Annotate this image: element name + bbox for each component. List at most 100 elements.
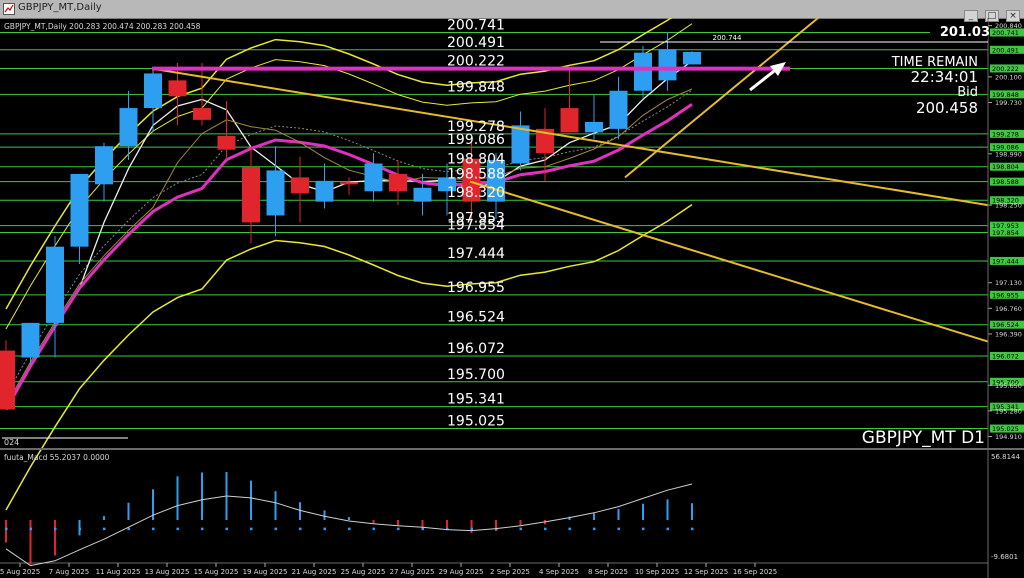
- level-axis-label: 200.741: [992, 29, 1019, 37]
- time-tick-label: 15 Aug 2025: [194, 568, 239, 576]
- level-axis-label: 199.848: [992, 91, 1019, 99]
- macd-signal-dot: [250, 527, 253, 531]
- macd-signal-dot: [666, 527, 669, 531]
- macd-signal-dot: [5, 527, 8, 531]
- level-axis-label: 196.072: [992, 353, 1019, 361]
- level-axis-label: 198.804: [992, 163, 1019, 171]
- macd-signal-dot: [544, 527, 547, 531]
- chart-window-icon: [3, 3, 15, 15]
- candle-body: [46, 246, 64, 323]
- candle-body: [585, 121, 603, 133]
- candle-body: [291, 177, 309, 194]
- macd-signal-dot: [519, 527, 522, 531]
- candle-body: [21, 322, 40, 358]
- level-axis-label: 200.222: [992, 65, 1019, 73]
- price-tick-label: 195.650: [995, 382, 1022, 390]
- level-axis-label: 196.524: [992, 321, 1019, 329]
- time-tick-label: 7 Aug 2025: [49, 568, 89, 576]
- ma-fast-line: [5, 60, 693, 410]
- macd-signal-dot: [323, 527, 326, 531]
- level-label: 196.955: [447, 280, 505, 296]
- macd-signal-dot: [201, 527, 204, 531]
- time-tick-label: 16 Sep 2025: [733, 568, 777, 576]
- macd-scale-bottom: -9.6801: [991, 553, 1018, 561]
- time-tick-label: 5 Aug 2025: [0, 568, 40, 576]
- candle-body: [119, 108, 138, 147]
- macd-line: [5, 483, 693, 567]
- candle-body: [634, 52, 652, 91]
- level-label: 197.444: [447, 246, 505, 262]
- ma-mid-line: [5, 88, 693, 406]
- candle-body: [315, 180, 334, 202]
- bollinger-bands: [5, 18, 693, 511]
- price-tick-label: 196.760: [995, 305, 1022, 313]
- time-tick-label: 10 Sep 2025: [635, 568, 679, 576]
- up-arrow-icon: [749, 62, 786, 92]
- time-tick-label: 13 Aug 2025: [145, 568, 190, 576]
- candle-body: [0, 350, 15, 410]
- time-axis: 5 Aug 2025 7 Aug 2025 11 Aug 2025 13 Aug 20…: [0, 563, 777, 576]
- macd-indicator: [5, 472, 694, 567]
- corner-text: 024: [4, 438, 19, 447]
- macd-signal-dot: [617, 527, 620, 531]
- bid-value: 200.458: [916, 99, 978, 117]
- window-title: GBPJPY_MT,Daily: [18, 2, 102, 13]
- macd-signal-dot: [691, 527, 694, 531]
- macd-signal-dot: [152, 527, 155, 531]
- price-tick-label: 199.730: [995, 99, 1022, 107]
- trendline-lower-falling: [469, 180, 989, 343]
- level-label: 195.341: [447, 392, 505, 408]
- candle-body: [340, 182, 358, 185]
- candle-body: [217, 135, 236, 150]
- macd-signal-dot: [568, 527, 571, 531]
- level-label: 195.025: [447, 414, 505, 430]
- macd-signal-dot: [348, 527, 351, 531]
- time-remain-value: 22:34:01: [911, 68, 978, 86]
- window-titlebar: GBPJPY_MT,Daily _ □ ×: [0, 0, 1024, 22]
- level-label: 195.700: [447, 367, 505, 383]
- time-tick-label: 29 Aug 2025: [439, 568, 484, 576]
- macd-signal-dot: [299, 527, 302, 531]
- candle-body: [364, 163, 383, 192]
- chart-header: GBPJPY_MT,Daily 200.283 200.474 200.283 …: [4, 22, 201, 31]
- candle-body: [144, 73, 162, 109]
- time-tick-label: 19 Aug 2025: [243, 568, 288, 576]
- macd-signal-dot: [225, 527, 228, 531]
- level-label: 196.524: [447, 310, 505, 326]
- level-label: 198.320: [447, 185, 505, 201]
- level-axis-label: 198.588: [992, 178, 1019, 186]
- macd-signal-dot: [274, 527, 277, 531]
- time-tick-label: 21 Aug 2025: [292, 568, 337, 576]
- macd-signal-dot: [103, 527, 106, 531]
- time-tick-label: 25 Aug 2025: [341, 568, 386, 576]
- level-axis-label: 200.491: [992, 46, 1019, 54]
- time-tick-label: 27 Aug 2025: [390, 568, 435, 576]
- macd-label: fuuta_Macd 55.2037 0.0000: [4, 453, 110, 462]
- level-label: 198.804: [447, 152, 505, 168]
- time-tick-label: 2 Sep 2025: [490, 568, 530, 576]
- price-tick-label: 198.990: [995, 150, 1022, 158]
- bid-label: Bid: [957, 85, 978, 100]
- candle-body: [95, 146, 113, 185]
- candle-body: [70, 173, 89, 247]
- symbol-timeframe-label: GBPJPY_MT D1: [862, 428, 985, 448]
- price-tick-label: 200.100: [995, 73, 1022, 81]
- macd-signal-dot: [29, 527, 32, 531]
- macd-signal-dot: [397, 527, 400, 531]
- price-tick-label: 196.390: [995, 330, 1022, 338]
- level-label: 200.222: [447, 53, 505, 69]
- candle-body: [511, 125, 530, 164]
- time-tick-label: 12 Sep 2025: [684, 568, 728, 576]
- macd-signal-dot: [470, 527, 473, 531]
- price-tick-label: 194.910: [995, 433, 1022, 441]
- macd-signal-dot: [78, 527, 81, 531]
- time-tick-label: 11 Aug 2025: [96, 568, 141, 576]
- level-label: 200.491: [447, 35, 505, 51]
- price-chart[interactable]: 200.741 200.741 200.491 200.491 200.222 200.2…: [0, 18, 1024, 578]
- candle-body: [389, 173, 407, 192]
- band-mid-dotted: [5, 89, 693, 396]
- candle-body: [168, 80, 187, 97]
- level-axis-label: 195.025: [992, 425, 1019, 433]
- price-tick-label: 198.250: [995, 202, 1022, 210]
- level-label: 200.741: [447, 18, 505, 33]
